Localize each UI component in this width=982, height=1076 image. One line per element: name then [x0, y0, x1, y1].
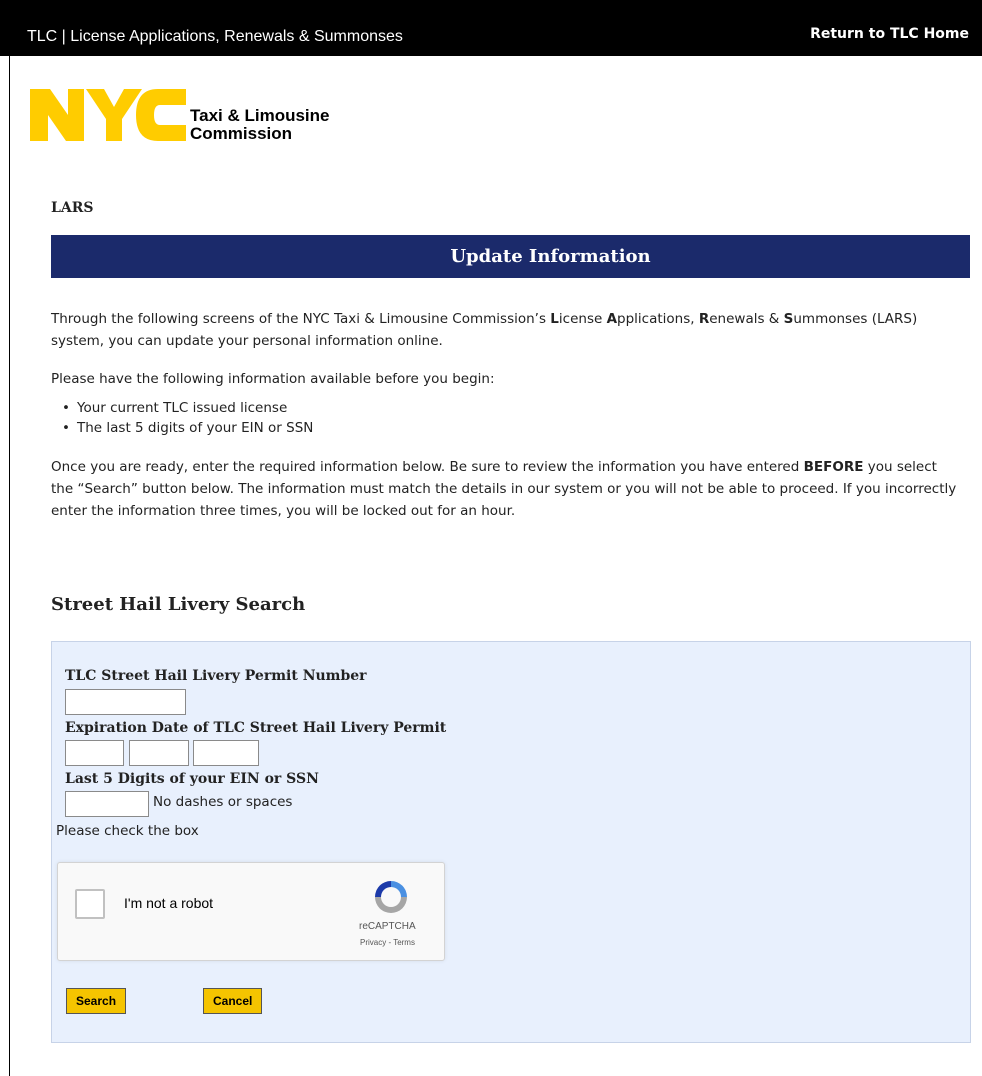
section-label: LARS — [51, 200, 94, 216]
intro-bold-letter: A — [606, 311, 618, 327]
expiration-date-label: Expiration Date of TLC Street Hail Liver… — [65, 720, 447, 736]
tlc-logo-text: Taxi & Limousine Commission — [190, 107, 330, 143]
site-title: TLC | License Applications, Renewals & S… — [27, 28, 403, 45]
intro-text-part: Once you are ready, enter the required i… — [51, 459, 804, 475]
intro-paragraph-2: Please have the following information av… — [51, 371, 495, 387]
permit-number-input[interactable] — [65, 689, 186, 715]
nyc-tlc-logo[interactable]: Taxi & Limousine Commission — [28, 85, 398, 145]
return-home-link[interactable]: Return to TLC Home — [810, 26, 969, 42]
left-border — [9, 56, 10, 1076]
recaptcha-icon — [375, 881, 407, 913]
search-button[interactable]: Search — [66, 988, 127, 1014]
intro-paragraph-3: Once you are ready, enter the required i… — [51, 456, 963, 522]
ssn-input[interactable] — [65, 791, 149, 817]
list-item: The last 5 digits of your EIN or SSN — [62, 418, 963, 438]
intro-bold-letter: S — [783, 311, 794, 327]
intro-text-part: Through the following screens of the NYC… — [51, 311, 551, 327]
ssn-label: Last 5 Digits of your EIN or SSN — [65, 771, 319, 787]
expiration-year-input[interactable] — [193, 740, 259, 766]
expiration-day-input[interactable] — [129, 740, 189, 766]
recaptcha-widget: I'm not a robot reCAPTCHA Privacy - Term… — [57, 862, 445, 961]
requirements-list: Your current TLC issued license The last… — [51, 398, 963, 438]
logo-line-1: Taxi & Limousine — [190, 106, 330, 125]
page-title: Update Information — [450, 246, 651, 267]
intro-text: Through the following screens of the NYC… — [51, 308, 963, 538]
logo-line-2: Commission — [190, 124, 293, 143]
ssn-hint: No dashes or spaces — [153, 794, 293, 810]
intro-bold-word: BEFORE — [803, 459, 864, 475]
search-form-panel: TLC Street Hail Livery Permit Number Exp… — [51, 641, 971, 1043]
top-bar: TLC | License Applications, Renewals & S… — [0, 0, 982, 56]
intro-text-part: pplications, — [617, 311, 699, 327]
recaptcha-checkbox[interactable] — [75, 889, 105, 919]
recaptcha-brand: reCAPTCHA — [359, 921, 416, 932]
permit-number-label: TLC Street Hail Livery Permit Number — [65, 668, 367, 684]
nyc-logo-mark — [30, 89, 186, 141]
check-box-prompt: Please check the box — [56, 823, 199, 839]
intro-bold-letter: R — [698, 311, 710, 327]
expiration-month-input[interactable] — [65, 740, 124, 766]
intro-text-part: icense — [558, 311, 607, 327]
intro-text-part: enewals & — [709, 311, 784, 327]
search-section-title: Street Hail Livery Search — [51, 594, 306, 615]
intro-bold-letter: L — [550, 311, 559, 327]
list-item: Your current TLC issued license — [62, 398, 963, 418]
recaptcha-privacy-terms-links[interactable]: Privacy - Terms — [360, 938, 415, 947]
intro-paragraph-1: Through the following screens of the NYC… — [51, 308, 963, 352]
page-banner: Update Information — [51, 235, 970, 278]
recaptcha-label: I'm not a robot — [124, 895, 214, 911]
cancel-button[interactable]: Cancel — [203, 988, 263, 1014]
